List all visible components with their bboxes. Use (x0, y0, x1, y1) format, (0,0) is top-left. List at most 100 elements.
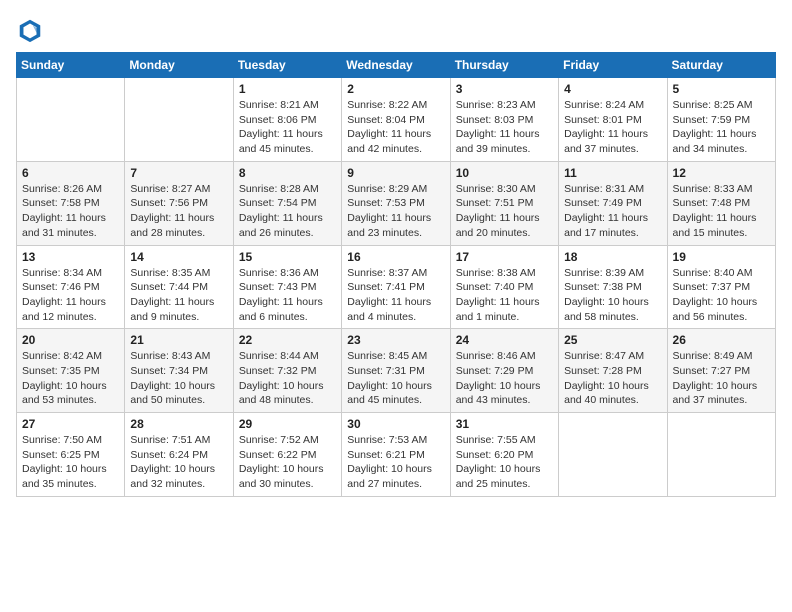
calendar-cell: 4 Sunrise: 8:24 AM Sunset: 8:01 PM Daylig… (559, 78, 667, 162)
day-number: 23 (347, 333, 444, 347)
day-number: 31 (456, 417, 553, 431)
day-number: 29 (239, 417, 336, 431)
day-number: 21 (130, 333, 227, 347)
calendar-week-row: 13 Sunrise: 8:34 AM Sunset: 7:46 PM Dayli… (17, 245, 776, 329)
day-header-wednesday: Wednesday (342, 53, 450, 78)
day-number: 8 (239, 166, 336, 180)
calendar-cell: 10 Sunrise: 8:30 AM Sunset: 7:51 PM Dayli… (450, 161, 558, 245)
calendar-cell: 18 Sunrise: 8:39 AM Sunset: 7:38 PM Dayli… (559, 245, 667, 329)
calendar-cell: 31 Sunrise: 7:55 AM Sunset: 6:20 PM Dayli… (450, 413, 558, 497)
calendar-header-row: SundayMondayTuesdayWednesdayThursdayFrid… (17, 53, 776, 78)
calendar-cell (17, 78, 125, 162)
day-info: Sunrise: 8:34 AM Sunset: 7:46 PM Dayligh… (22, 266, 119, 325)
calendar-cell: 28Sunrise: 7:51 AM Sunset: 6:24 PM Dayli… (125, 413, 233, 497)
day-number: 27 (22, 417, 119, 431)
calendar-cell: 19 Sunrise: 8:40 AM Sunset: 7:37 PM Dayli… (667, 245, 775, 329)
day-header-tuesday: Tuesday (233, 53, 341, 78)
calendar-cell: 30 Sunrise: 7:53 AM Sunset: 6:21 PM Dayli… (342, 413, 450, 497)
calendar-cell: 1Sunrise: 8:21 AM Sunset: 8:06 PM Daylig… (233, 78, 341, 162)
day-info: Sunrise: 8:42 AM Sunset: 7:35 PM Dayligh… (22, 349, 119, 408)
day-info: Sunrise: 8:36 AM Sunset: 7:43 PM Dayligh… (239, 266, 336, 325)
day-header-friday: Friday (559, 53, 667, 78)
day-number: 17 (456, 250, 553, 264)
day-info: Sunrise: 8:49 AM Sunset: 7:27 PM Dayligh… (673, 349, 770, 408)
day-info: Sunrise: 8:47 AM Sunset: 7:28 PM Dayligh… (564, 349, 661, 408)
day-number: 9 (347, 166, 444, 180)
day-number: 22 (239, 333, 336, 347)
day-info: Sunrise: 7:53 AM Sunset: 6:21 PM Dayligh… (347, 433, 444, 492)
day-info: Sunrise: 8:23 AM Sunset: 8:03 PM Dayligh… (456, 98, 553, 157)
calendar-cell: 12Sunrise: 8:33 AM Sunset: 7:48 PM Dayli… (667, 161, 775, 245)
calendar-cell: 6Sunrise: 8:26 AM Sunset: 7:58 PM Daylig… (17, 161, 125, 245)
day-info: Sunrise: 8:44 AM Sunset: 7:32 PM Dayligh… (239, 349, 336, 408)
calendar-cell: 2 Sunrise: 8:22 AM Sunset: 8:04 PM Daylig… (342, 78, 450, 162)
calendar-week-row: 27 Sunrise: 7:50 AM Sunset: 6:25 PM Dayli… (17, 413, 776, 497)
calendar: SundayMondayTuesdayWednesdayThursdayFrid… (16, 52, 776, 497)
day-number: 7 (130, 166, 227, 180)
day-number: 4 (564, 82, 661, 96)
day-info: Sunrise: 7:50 AM Sunset: 6:25 PM Dayligh… (22, 433, 119, 492)
day-number: 5 (673, 82, 770, 96)
calendar-cell: 17 Sunrise: 8:38 AM Sunset: 7:40 PM Dayli… (450, 245, 558, 329)
calendar-cell: 20 Sunrise: 8:42 AM Sunset: 7:35 PM Dayli… (17, 329, 125, 413)
calendar-cell: 23 Sunrise: 8:45 AM Sunset: 7:31 PM Dayli… (342, 329, 450, 413)
day-number: 26 (673, 333, 770, 347)
calendar-cell: 16Sunrise: 8:37 AM Sunset: 7:41 PM Dayli… (342, 245, 450, 329)
page-header (16, 16, 776, 44)
day-number: 18 (564, 250, 661, 264)
calendar-cell: 7 Sunrise: 8:27 AM Sunset: 7:56 PM Daylig… (125, 161, 233, 245)
day-number: 24 (456, 333, 553, 347)
day-info: Sunrise: 8:33 AM Sunset: 7:48 PM Dayligh… (673, 182, 770, 241)
day-info: Sunrise: 8:25 AM Sunset: 7:59 PM Dayligh… (673, 98, 770, 157)
calendar-cell (125, 78, 233, 162)
day-info: Sunrise: 7:52 AM Sunset: 6:22 PM Dayligh… (239, 433, 336, 492)
calendar-cell: 5 Sunrise: 8:25 AM Sunset: 7:59 PM Daylig… (667, 78, 775, 162)
calendar-cell: 29 Sunrise: 7:52 AM Sunset: 6:22 PM Dayli… (233, 413, 341, 497)
day-info: Sunrise: 8:24 AM Sunset: 8:01 PM Dayligh… (564, 98, 661, 157)
calendar-cell: 21 Sunrise: 8:43 AM Sunset: 7:34 PM Dayli… (125, 329, 233, 413)
day-header-monday: Monday (125, 53, 233, 78)
calendar-cell: 27 Sunrise: 7:50 AM Sunset: 6:25 PM Dayli… (17, 413, 125, 497)
day-number: 20 (22, 333, 119, 347)
calendar-week-row: 20 Sunrise: 8:42 AM Sunset: 7:35 PM Dayli… (17, 329, 776, 413)
calendar-cell (559, 413, 667, 497)
day-info: Sunrise: 8:31 AM Sunset: 7:49 PM Dayligh… (564, 182, 661, 241)
calendar-cell: 11Sunrise: 8:31 AM Sunset: 7:49 PM Dayli… (559, 161, 667, 245)
day-info: Sunrise: 8:28 AM Sunset: 7:54 PM Dayligh… (239, 182, 336, 241)
day-info: Sunrise: 8:45 AM Sunset: 7:31 PM Dayligh… (347, 349, 444, 408)
day-number: 16 (347, 250, 444, 264)
calendar-cell: 22 Sunrise: 8:44 AM Sunset: 7:32 PM Dayli… (233, 329, 341, 413)
day-header-thursday: Thursday (450, 53, 558, 78)
day-info: Sunrise: 8:39 AM Sunset: 7:38 PM Dayligh… (564, 266, 661, 325)
day-number: 30 (347, 417, 444, 431)
calendar-cell (667, 413, 775, 497)
day-info: Sunrise: 8:46 AM Sunset: 7:29 PM Dayligh… (456, 349, 553, 408)
calendar-cell: 25 Sunrise: 8:47 AM Sunset: 7:28 PM Dayli… (559, 329, 667, 413)
calendar-cell: 26 Sunrise: 8:49 AM Sunset: 7:27 PM Dayli… (667, 329, 775, 413)
day-info: Sunrise: 8:27 AM Sunset: 7:56 PM Dayligh… (130, 182, 227, 241)
calendar-cell: 8 Sunrise: 8:28 AM Sunset: 7:54 PM Daylig… (233, 161, 341, 245)
day-number: 25 (564, 333, 661, 347)
day-number: 28 (130, 417, 227, 431)
day-info: Sunrise: 8:40 AM Sunset: 7:37 PM Dayligh… (673, 266, 770, 325)
day-info: Sunrise: 8:35 AM Sunset: 7:44 PM Dayligh… (130, 266, 227, 325)
calendar-cell: 24 Sunrise: 8:46 AM Sunset: 7:29 PM Dayli… (450, 329, 558, 413)
logo-icon (16, 16, 44, 44)
calendar-cell: 14Sunrise: 8:35 AM Sunset: 7:44 PM Dayli… (125, 245, 233, 329)
day-number: 2 (347, 82, 444, 96)
day-info: Sunrise: 8:43 AM Sunset: 7:34 PM Dayligh… (130, 349, 227, 408)
calendar-week-row: 1Sunrise: 8:21 AM Sunset: 8:06 PM Daylig… (17, 78, 776, 162)
calendar-week-row: 6Sunrise: 8:26 AM Sunset: 7:58 PM Daylig… (17, 161, 776, 245)
day-info: Sunrise: 8:29 AM Sunset: 7:53 PM Dayligh… (347, 182, 444, 241)
day-number: 15 (239, 250, 336, 264)
day-info: Sunrise: 8:38 AM Sunset: 7:40 PM Dayligh… (456, 266, 553, 325)
day-number: 19 (673, 250, 770, 264)
day-header-saturday: Saturday (667, 53, 775, 78)
calendar-cell: 3Sunrise: 8:23 AM Sunset: 8:03 PM Daylig… (450, 78, 558, 162)
day-number: 13 (22, 250, 119, 264)
day-number: 10 (456, 166, 553, 180)
day-info: Sunrise: 7:55 AM Sunset: 6:20 PM Dayligh… (456, 433, 553, 492)
calendar-cell: 9 Sunrise: 8:29 AM Sunset: 7:53 PM Daylig… (342, 161, 450, 245)
day-info: Sunrise: 8:30 AM Sunset: 7:51 PM Dayligh… (456, 182, 553, 241)
day-info: Sunrise: 8:22 AM Sunset: 8:04 PM Dayligh… (347, 98, 444, 157)
